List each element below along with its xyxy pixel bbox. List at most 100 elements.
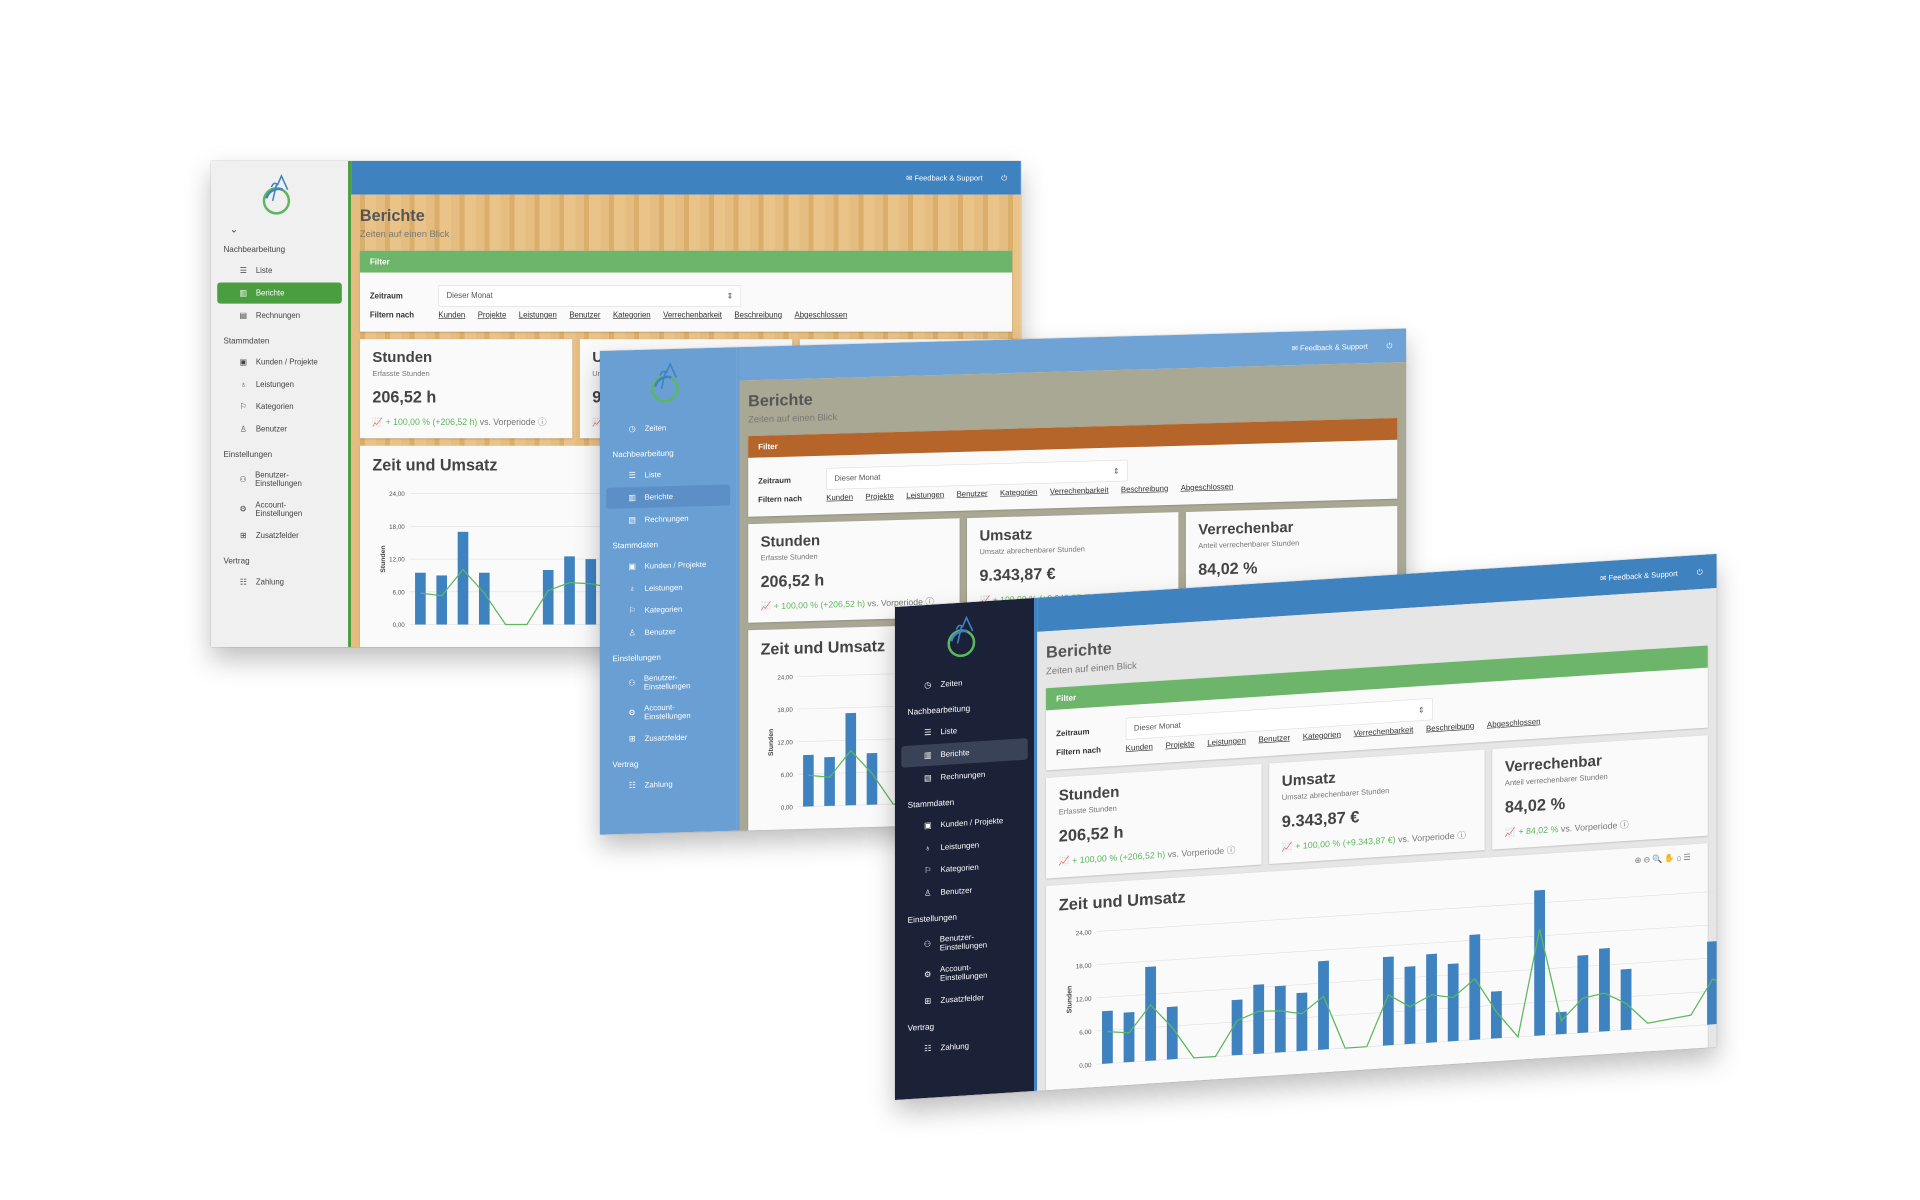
sidebar-item-label: Kategorien	[255, 402, 294, 411]
sidebar-item-berichte[interactable]: ▥ Berichte	[217, 282, 342, 304]
power-icon[interactable]: ⏻	[1001, 173, 1007, 182]
stat-subtitle: Erfasste Stunden	[372, 369, 430, 378]
invoice-icon: ▤	[923, 772, 932, 783]
sidebar-item-kategorien[interactable]: ⚐ Kategorien	[217, 396, 342, 417]
stat-subtitle: Umsatz abrechenbarer Stunden	[979, 544, 1085, 557]
zeitraum-label: Zeitraum	[758, 475, 791, 486]
add-field-icon: ⊞	[239, 530, 247, 540]
sliders-icon: ☷	[628, 780, 636, 790]
sidebar-item-rechnungen[interactable]: ▤ Rechnungen	[217, 305, 342, 326]
sidebar-item-zahlung[interactable]: ☷ Zahlung	[217, 572, 342, 593]
sidebar-item-berichte[interactable]: ▥ Berichte	[606, 484, 731, 509]
filter-link-kategorien[interactable]: Kategorien	[1000, 488, 1037, 498]
select-arrows-icon: ⇕	[1417, 705, 1425, 715]
filter-link-kategorien[interactable]: Kategorien	[1303, 730, 1341, 741]
collapse-chevron-icon[interactable]: ⌄	[211, 223, 348, 236]
sidebar-section-title: Nachbearbeitung	[612, 448, 674, 460]
sidebar-item-label: Rechnungen	[644, 514, 689, 524]
stat-card-verrechenbar: VerrechenbarAnteil verrechenbarer Stunde…	[1492, 735, 1708, 850]
filter-link-projekte[interactable]: Projekte	[478, 311, 507, 320]
filter-link-kunden[interactable]: Kunden	[438, 311, 465, 320]
y-tick-label: 24,00	[777, 674, 793, 681]
filter-link-kunden[interactable]: Kunden	[826, 493, 853, 502]
filter-link-benutzer[interactable]: Benutzer	[957, 489, 988, 499]
filter-link-beschreibung[interactable]: Beschreibung	[1121, 484, 1168, 494]
logo-ring	[262, 187, 291, 215]
zeitraum-select[interactable]: Dieser Monat ⇕	[438, 284, 742, 307]
sidebar-item-benutzer-einstellungen[interactable]: ⚇ Benutzer-Einstellungen	[217, 465, 342, 494]
filter-link-kategorien[interactable]: Kategorien	[613, 311, 651, 320]
y-tick-label: 6,00	[781, 772, 794, 779]
feedback-support-link[interactable]: ✉ Feedback & Support	[1292, 342, 1368, 353]
zeitraum-select[interactable]: Dieser Monat ⇕	[826, 459, 1128, 490]
filter-link-benutzer[interactable]: Benutzer	[569, 311, 600, 320]
sidebar-item-label: Benutzer-Einstellungen	[939, 932, 988, 953]
sidebar-item-kunden-projekte[interactable]: ▣ Kunden / Projekte	[217, 352, 342, 373]
sidebar-item-rechnungen[interactable]: ▤ Rechnungen	[606, 507, 730, 532]
sidebar-item-label: Benutzer-Einstellungen	[643, 673, 691, 692]
filter-label: Filtern nach	[369, 310, 415, 320]
filter-link-beschreibung[interactable]: Beschreibung	[1426, 721, 1474, 733]
trend-value: + 100,00 % (+206,52 h)	[1072, 849, 1166, 866]
bar-chart-icon: ▥	[239, 288, 248, 298]
filter-link-abgeschlossen[interactable]: Abgeschlossen	[795, 311, 848, 320]
feedback-support-link[interactable]: ✉ Feedback & Support	[906, 173, 983, 182]
info-icon[interactable]: ⓘ	[1617, 819, 1629, 830]
y-tick-label: 18,00	[777, 707, 793, 714]
info-icon[interactable]: ⓘ	[535, 417, 547, 427]
filter-link-abgeschlossen[interactable]: Abgeschlossen	[1181, 482, 1234, 492]
sidebar-item-label: Berichte	[644, 492, 674, 502]
sidebar-section-title: Einstellungen	[612, 652, 661, 664]
sidebar-item-label: Zahlung	[255, 577, 285, 587]
stat-value: 206,52 h	[1058, 822, 1124, 846]
stat-trend: 📈 + 100,00 % (+9.343,87 €) vs. Vorperiod…	[1282, 828, 1472, 853]
sidebar-item-benutzer-einstellungen[interactable]: ⚇ Benutzer-Einstellungen	[606, 666, 730, 698]
flag-icon: ⚐	[924, 865, 932, 875]
sidebar-item-liste[interactable]: ☰ Liste	[217, 260, 342, 281]
power-icon[interactable]: ⏻	[1386, 341, 1392, 350]
sidebar-item-account-einstellungen[interactable]: ⚙ Account-Einstellungen	[606, 696, 730, 728]
sidebar-item-zusatzfelder[interactable]: ⊞ Zusatzfelder	[606, 726, 730, 751]
sidebar-item-benutzer[interactable]: ♙ Benutzer	[606, 620, 730, 645]
sidebar-item-leistungen[interactable]: ♁ Leistungen	[606, 576, 730, 600]
filter-link-projekte[interactable]: Projekte	[1166, 739, 1195, 750]
page-title: Berichte	[359, 205, 425, 225]
sidebar-item-label: Kunden / Projekte	[940, 816, 1004, 830]
filter-link-leistungen[interactable]: Leistungen	[519, 311, 557, 320]
sidebar-item-label: Zahlung	[940, 1041, 970, 1053]
sidebar-item-label: Zahlung	[644, 779, 673, 790]
info-icon[interactable]: ⓘ	[1224, 845, 1236, 856]
sidebar-item-zeiten[interactable]: ◷ Zeiten	[606, 416, 730, 441]
invoice-icon: ▤	[628, 514, 637, 525]
filter-label: Filtern nach	[1056, 745, 1101, 758]
logo	[895, 604, 1034, 670]
filter-link-kunden[interactable]: Kunden	[1126, 742, 1153, 753]
sidebar-item-label: Berichte	[255, 288, 285, 298]
filter-link-projekte[interactable]: Projekte	[865, 492, 893, 501]
bar	[1707, 941, 1717, 1025]
sidebar-item-zusatzfelder[interactable]: ⊞ Zusatzfelder	[217, 525, 342, 546]
filter-link-leistungen[interactable]: Leistungen	[906, 490, 944, 500]
feedback-support-link[interactable]: ✉ Feedback & Support	[1600, 569, 1678, 583]
sidebar-item-kunden-projekte[interactable]: ▣ Kunden / Projekte	[606, 553, 730, 578]
filter-link-abgeschlossen[interactable]: Abgeschlossen	[1487, 717, 1541, 729]
filter-link-beschreibung[interactable]: Beschreibung	[734, 311, 782, 320]
sidebar-item-leistungen[interactable]: ♁ Leistungen	[217, 374, 342, 395]
stat-value: 84,02 %	[1198, 558, 1258, 579]
filter-link-benutzer[interactable]: Benutzer	[1258, 733, 1290, 744]
sidebar-item-account-einstellungen[interactable]: ⚙ Account-Einstellungen	[217, 495, 342, 524]
sidebar-item-zahlung[interactable]: ☷ Zahlung	[606, 772, 730, 797]
filter-link-verrechenbarkeit[interactable]: Verrechenbarkeit	[1050, 486, 1109, 496]
filter-link-leistungen[interactable]: Leistungen	[1207, 736, 1246, 747]
sidebar-item-kategorien[interactable]: ⚐ Kategorien	[606, 597, 730, 622]
power-icon[interactable]: ⏻	[1697, 567, 1703, 577]
filter-link-verrechenbarkeit[interactable]: Verrechenbarkeit	[663, 311, 722, 320]
filter-link-verrechenbarkeit[interactable]: Verrechenbarkeit	[1354, 725, 1414, 738]
info-icon[interactable]: ⓘ	[1455, 830, 1466, 841]
sidebar-item-label: Benutzer-Einstellungen	[255, 470, 302, 489]
contact-card-icon: ▣	[923, 820, 932, 831]
app-logo	[262, 174, 291, 215]
logo-ring	[651, 375, 679, 403]
sidebar-item-benutzer[interactable]: ♙ Benutzer	[217, 418, 342, 439]
sidebar-item-liste[interactable]: ☰ Liste	[606, 462, 730, 487]
